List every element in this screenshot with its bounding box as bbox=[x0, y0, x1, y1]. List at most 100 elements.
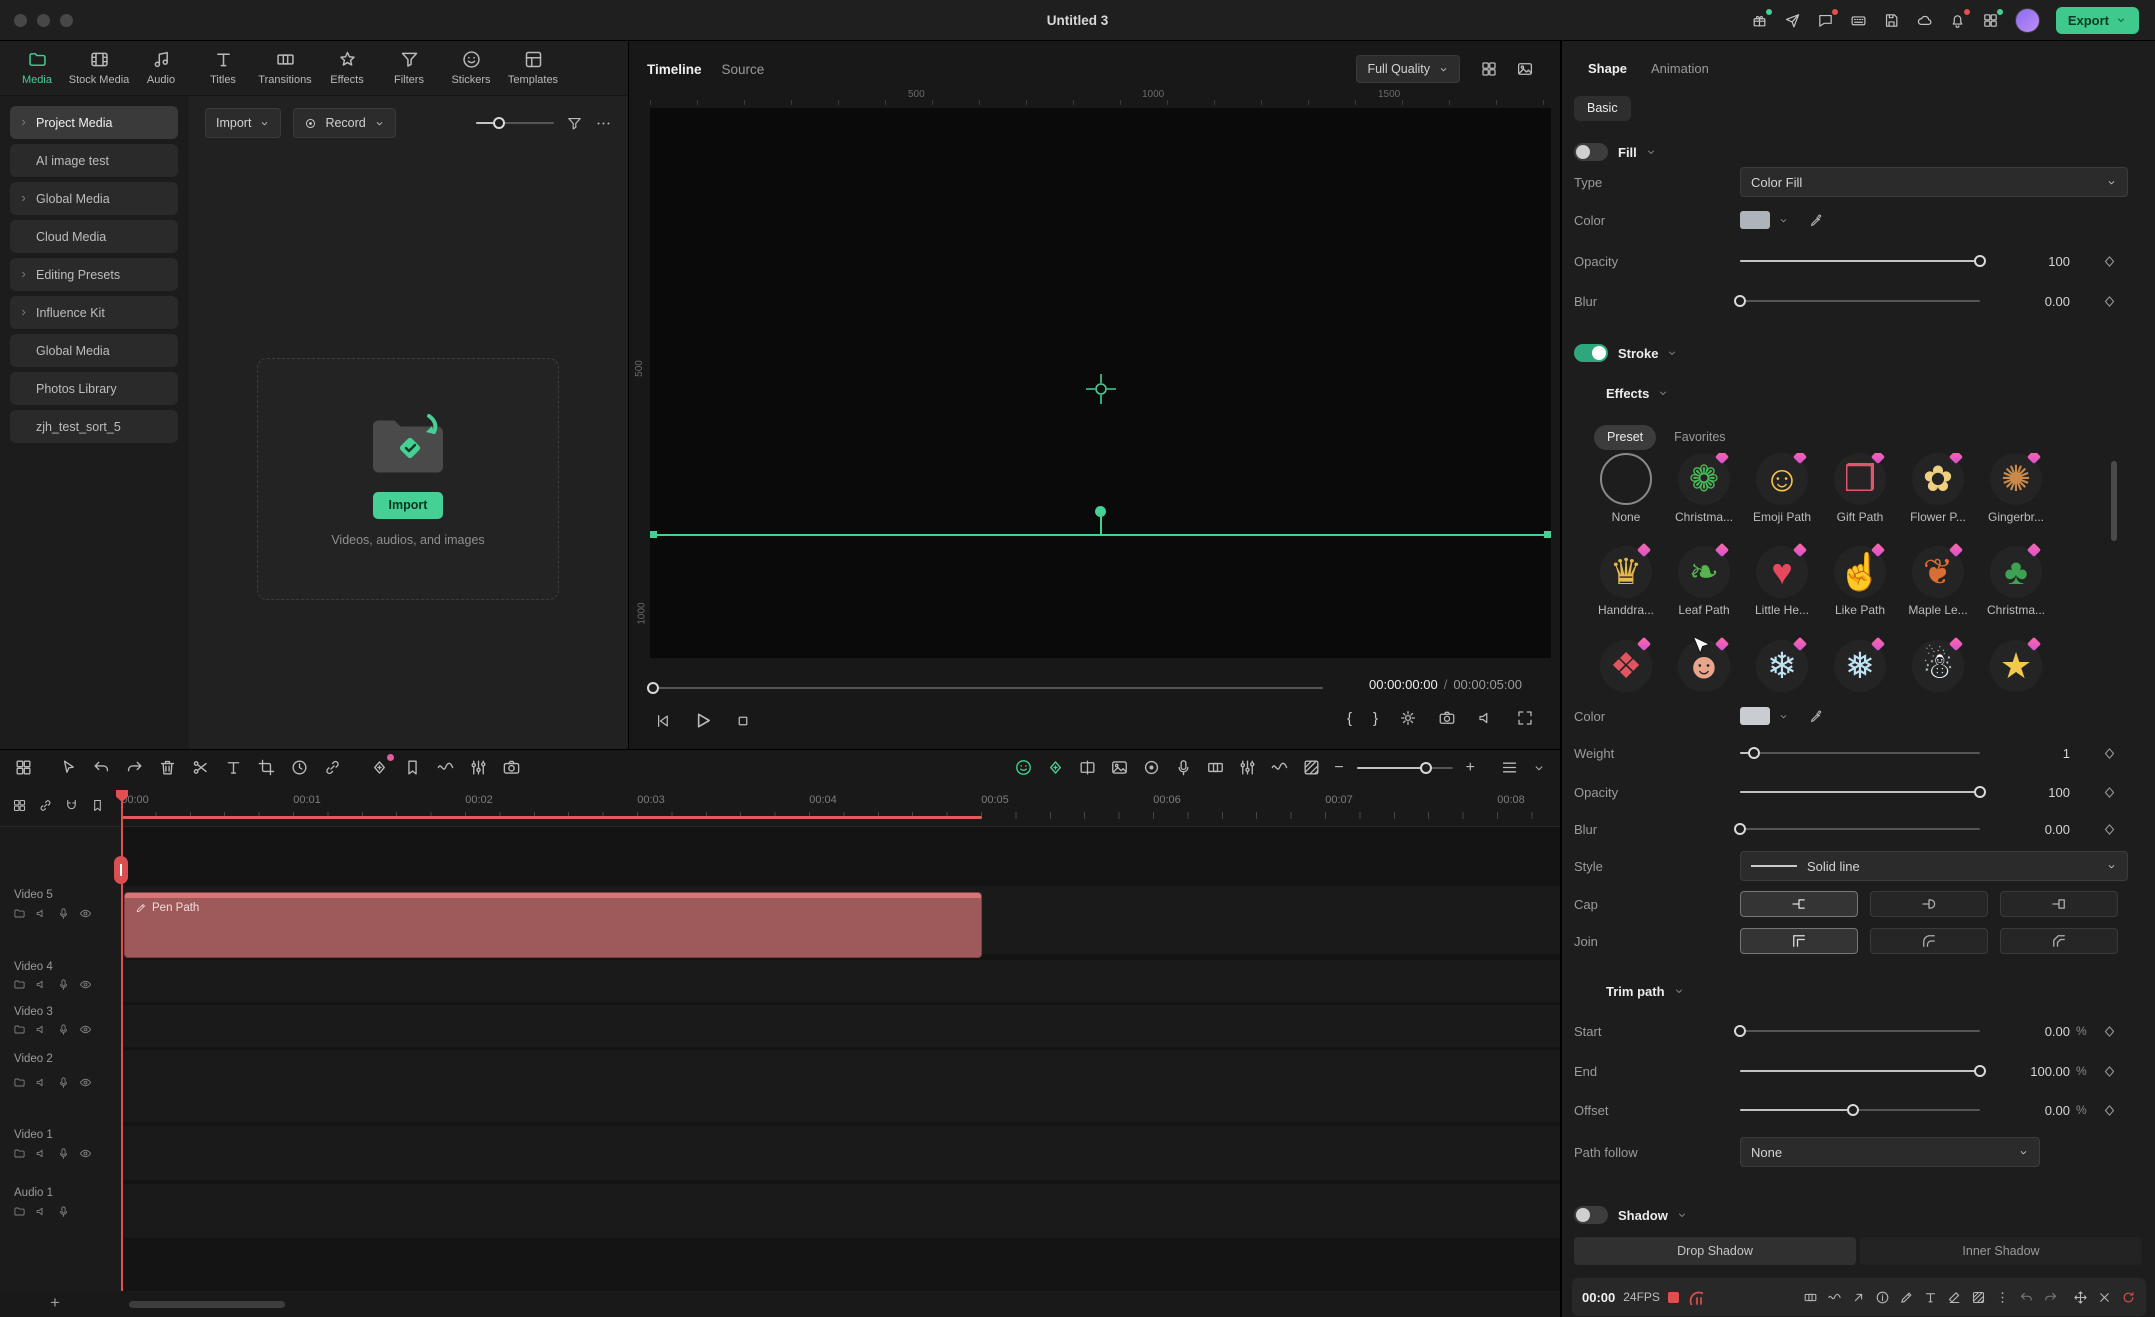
preset-none[interactable]: None bbox=[1587, 453, 1665, 532]
keyframe-diamond-icon[interactable] bbox=[2102, 1103, 2117, 1118]
track-header[interactable]: Audio 1 bbox=[0, 1184, 121, 1238]
track-layout-icon[interactable] bbox=[14, 758, 33, 777]
notifications-icon[interactable] bbox=[1949, 12, 1966, 29]
mic-icon[interactable] bbox=[57, 978, 70, 991]
eyedropper-icon[interactable] bbox=[1809, 213, 1824, 228]
preset-snowflake[interactable]: ❄ bbox=[1743, 640, 1821, 705]
chevron-down-icon[interactable] bbox=[1657, 387, 1669, 399]
sidebar-item-cloud-media[interactable]: Cloud Media bbox=[10, 220, 178, 253]
join-miter-button[interactable] bbox=[1740, 928, 1858, 954]
hatch-icon[interactable] bbox=[1971, 1290, 1986, 1305]
clip-pen-path[interactable]: Pen Path bbox=[124, 892, 982, 958]
filter-icon[interactable] bbox=[566, 115, 583, 132]
fill-type-dropdown[interactable]: Color Fill bbox=[1740, 167, 2128, 197]
add-track-button[interactable]: + bbox=[50, 1293, 60, 1313]
drop-shadow-button[interactable]: Drop Shadow bbox=[1574, 1237, 1856, 1265]
stroke-color-swatch[interactable] bbox=[1740, 707, 1770, 725]
preset-star[interactable]: ★ bbox=[1977, 640, 2055, 705]
thumbnail-size-slider[interactable] bbox=[476, 122, 554, 124]
mic-icon[interactable] bbox=[57, 907, 70, 920]
ripple-icon[interactable] bbox=[1302, 758, 1321, 777]
stroke-toggle[interactable] bbox=[1574, 344, 1608, 362]
auto-link-icon[interactable] bbox=[38, 798, 53, 813]
quality-dropdown[interactable]: Full Quality bbox=[1356, 55, 1460, 83]
text-icon[interactable] bbox=[1923, 1290, 1938, 1305]
window-minimize-button[interactable] bbox=[37, 14, 50, 27]
view-mode-icon[interactable] bbox=[12, 798, 27, 813]
transition-icon[interactable] bbox=[1206, 758, 1225, 777]
clip-trim-handle[interactable] bbox=[114, 856, 128, 884]
sidebar-item-photos-library[interactable]: Photos Library bbox=[10, 372, 178, 405]
cap-butt-button[interactable] bbox=[1740, 891, 1858, 917]
preset-handdrawn-crown[interactable]: ♛Handdra... bbox=[1587, 546, 1665, 625]
mark-in-button[interactable]: { bbox=[1347, 710, 1352, 727]
sidebar-item-project-media[interactable]: Project Media bbox=[10, 106, 178, 139]
collapse-tracks-icon[interactable] bbox=[1532, 761, 1546, 775]
path-endpoint-handle[interactable] bbox=[1544, 531, 1551, 538]
speaker-icon[interactable] bbox=[35, 1023, 48, 1036]
anchor-crosshair-icon[interactable] bbox=[1083, 371, 1119, 407]
tab-animation[interactable]: Animation bbox=[1651, 61, 1709, 76]
eye-icon[interactable] bbox=[79, 1076, 92, 1089]
folder-icon[interactable] bbox=[13, 907, 26, 920]
track-header[interactable]: Video 4 bbox=[0, 960, 121, 1002]
info-icon[interactable] bbox=[1875, 1290, 1890, 1305]
timeline-ruler[interactable]: 00:00 00:01 00:02 00:03 00:04 00:05 00:0… bbox=[121, 794, 1560, 826]
preset-snowflake-2[interactable]: ❅ bbox=[1821, 640, 1899, 705]
stroke-weight-slider[interactable] bbox=[1740, 752, 1980, 754]
import-button[interactable]: Import bbox=[373, 492, 444, 519]
join-round-button[interactable] bbox=[1870, 928, 1988, 954]
volume-icon[interactable] bbox=[1477, 709, 1495, 727]
sidebar-item-editing-presets[interactable]: Editing Presets bbox=[10, 258, 178, 291]
path-follow-dropdown[interactable]: None bbox=[1740, 1137, 2040, 1167]
preview-canvas[interactable] bbox=[650, 108, 1551, 658]
audio-mixer-icon[interactable] bbox=[469, 758, 488, 777]
pen-path-line[interactable] bbox=[652, 534, 1549, 536]
previous-frame-button[interactable] bbox=[653, 712, 671, 730]
curve-icon[interactable] bbox=[1827, 1290, 1842, 1305]
mixer-icon[interactable] bbox=[1238, 758, 1257, 777]
link-icon[interactable] bbox=[323, 758, 342, 777]
preset-emoji-path[interactable]: ☺Emoji Path bbox=[1743, 453, 1821, 532]
preset-christmas-wreath[interactable]: ❁Christma... bbox=[1665, 453, 1743, 532]
voiceover-icon[interactable] bbox=[1174, 758, 1193, 777]
join-bevel-button[interactable] bbox=[2000, 928, 2118, 954]
mic-icon[interactable] bbox=[57, 1023, 70, 1036]
fill-opacity-slider[interactable] bbox=[1740, 260, 1980, 262]
speaker-icon[interactable] bbox=[35, 1205, 48, 1218]
keyframe-diamond-icon[interactable] bbox=[2102, 1024, 2117, 1039]
layout-mode-icon[interactable] bbox=[1480, 60, 1498, 78]
cap-square-button[interactable] bbox=[2000, 891, 2118, 917]
stop-button[interactable] bbox=[734, 712, 752, 730]
speaker-icon[interactable] bbox=[35, 1147, 48, 1160]
basic-tab[interactable]: Basic bbox=[1574, 96, 1631, 121]
preset-little-heart[interactable]: ♥Little He... bbox=[1743, 546, 1821, 625]
keyframe-icon[interactable] bbox=[370, 758, 389, 777]
snapshot-icon[interactable] bbox=[502, 758, 521, 777]
reset-icon[interactable] bbox=[2121, 1290, 2136, 1305]
record-icon[interactable] bbox=[1142, 758, 1161, 777]
preset-flower-path[interactable]: ✿Flower P... bbox=[1899, 453, 1977, 532]
stroke-style-dropdown[interactable]: Solid line bbox=[1740, 851, 2128, 881]
record-dropdown[interactable]: Record bbox=[293, 108, 395, 138]
folder-icon[interactable] bbox=[13, 1076, 26, 1089]
compare-icon[interactable] bbox=[1803, 1290, 1818, 1305]
eye-icon[interactable] bbox=[79, 1023, 92, 1036]
tab-source-view[interactable]: Source bbox=[722, 62, 765, 77]
tab-media[interactable]: Media bbox=[6, 41, 68, 95]
preset-maple-leaf[interactable]: ❦Maple Le... bbox=[1899, 546, 1977, 625]
gift-icon[interactable] bbox=[1751, 12, 1768, 29]
window-close-button[interactable] bbox=[14, 14, 27, 27]
chevron-down-icon[interactable] bbox=[1666, 347, 1678, 359]
chevron-down-icon[interactable] bbox=[1645, 146, 1657, 158]
more-options-icon[interactable] bbox=[595, 115, 612, 132]
text-tool-icon[interactable] bbox=[224, 758, 243, 777]
speaker-icon[interactable] bbox=[35, 907, 48, 920]
redo-icon[interactable] bbox=[2043, 1290, 2058, 1305]
undo-icon[interactable] bbox=[92, 758, 111, 777]
keyframe-diamond-icon[interactable] bbox=[2102, 294, 2117, 309]
speaker-icon[interactable] bbox=[35, 1076, 48, 1089]
cloud-icon[interactable] bbox=[1916, 12, 1933, 29]
eyedropper-icon[interactable] bbox=[1809, 709, 1824, 724]
preset-leaf-path[interactable]: ❧Leaf Path bbox=[1665, 546, 1743, 625]
